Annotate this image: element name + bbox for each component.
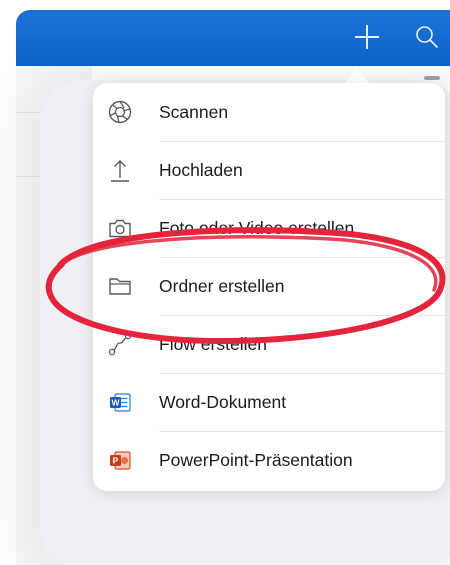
create-menu: Scannen Hochladen Foto oder Video erstel… <box>93 83 445 491</box>
background-indicator <box>424 76 440 80</box>
svg-text:W: W <box>111 398 120 408</box>
popover-arrow <box>344 69 370 84</box>
menu-item-label: PowerPoint-Präsentation <box>159 450 353 470</box>
search-icon[interactable] <box>414 24 440 50</box>
camera-aperture-icon <box>108 100 132 124</box>
menu-item-upload[interactable]: Hochladen <box>93 141 445 199</box>
menu-item-create-folder[interactable]: Ordner erstellen <box>93 257 445 315</box>
menu-item-scan[interactable]: Scannen <box>93 83 445 141</box>
menu-item-create-flow[interactable]: Flow erstellen <box>93 315 445 373</box>
powerpoint-icon: P <box>110 451 131 470</box>
svg-text:P: P <box>113 456 119 466</box>
flow-icon <box>108 332 132 356</box>
word-document-icon: W <box>110 393 131 412</box>
camera-icon <box>109 219 131 238</box>
menu-item-label: Word-Dokument <box>159 392 287 412</box>
menu-item-powerpoint[interactable]: P PowerPoint-Präsentation <box>93 431 445 489</box>
app-screen: Scannen Hochladen Foto oder Video erstel… <box>0 0 450 565</box>
header-bar <box>16 10 450 66</box>
menu-item-word-document[interactable]: W Word-Dokument <box>93 373 445 431</box>
folder-icon <box>109 278 131 295</box>
upload-arrow-icon <box>111 160 129 182</box>
menu-item-photo-video[interactable]: Foto oder Video erstellen <box>93 199 445 257</box>
menu-item-label: Foto oder Video erstellen <box>159 218 355 238</box>
menu-item-label: Ordner erstellen <box>159 276 285 296</box>
menu-item-label: Flow erstellen <box>159 334 267 354</box>
menu-item-label: Hochladen <box>159 160 243 180</box>
plus-icon[interactable] <box>354 24 380 50</box>
menu-item-label: Scannen <box>159 102 229 122</box>
